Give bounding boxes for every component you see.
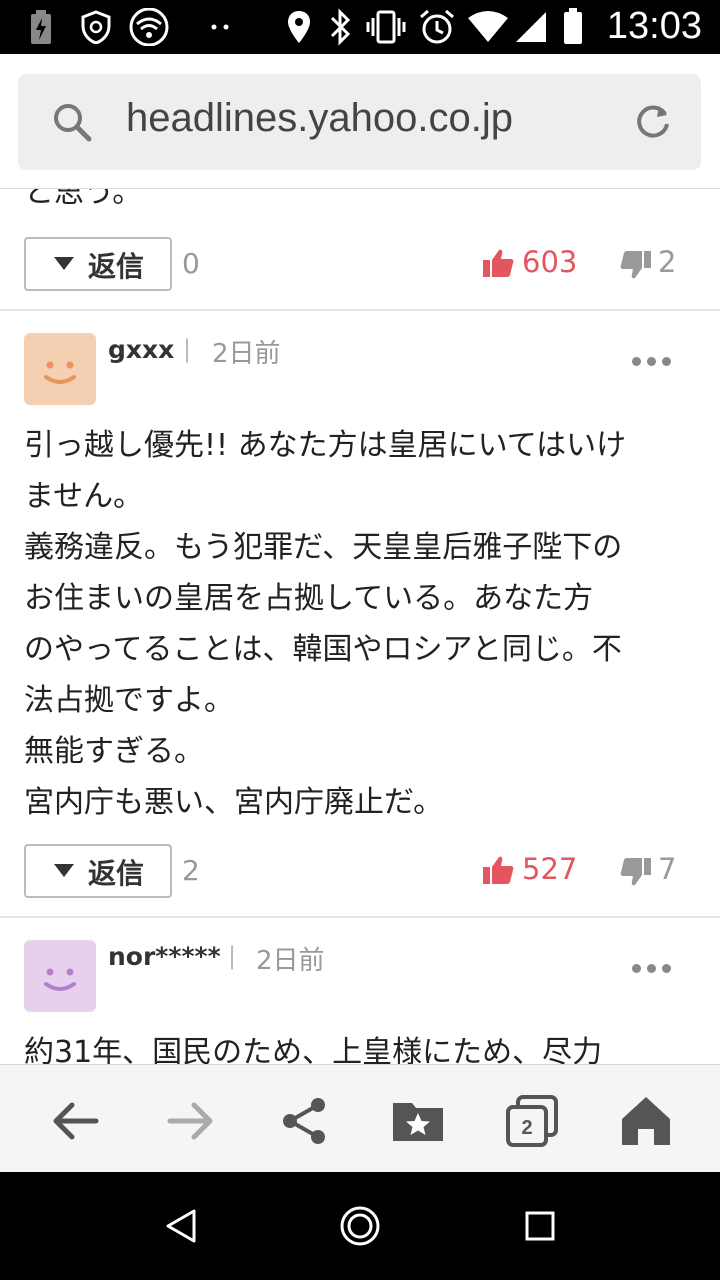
alarm-icon bbox=[420, 9, 454, 44]
nav-back-icon[interactable] bbox=[164, 1208, 198, 1244]
location-icon bbox=[288, 11, 310, 43]
separator: | bbox=[228, 942, 237, 970]
triangle-down-icon bbox=[54, 257, 74, 270]
comment-header: gxxx | 2日前 bbox=[0, 333, 720, 413]
reply-button-label: 返信 bbox=[88, 250, 145, 283]
triangle-down-icon bbox=[54, 864, 74, 877]
share-icon[interactable] bbox=[276, 1093, 332, 1149]
reload-icon[interactable] bbox=[633, 102, 673, 142]
avatar-icon[interactable] bbox=[24, 333, 96, 405]
more-options-icon[interactable] bbox=[632, 958, 677, 977]
thumbs-down-icon[interactable] bbox=[620, 250, 652, 280]
nav-home-icon[interactable] bbox=[339, 1205, 381, 1247]
dislike-count: 7 bbox=[658, 852, 677, 886]
thumbs-up-icon[interactable] bbox=[482, 855, 514, 885]
username[interactable]: gxxx bbox=[108, 335, 174, 364]
address-bar[interactable]: headlines.yahoo.co.jp bbox=[18, 74, 701, 170]
bluetooth-icon bbox=[330, 8, 351, 46]
browser-header: headlines.yahoo.co.jp bbox=[0, 54, 720, 189]
system-nav-bar bbox=[0, 1172, 720, 1280]
comments-list[interactable]: と思う。 返信 0 603 2 gxxx | 2日前 引っ越し優先!! あなた方… bbox=[0, 189, 720, 1064]
home-icon[interactable] bbox=[618, 1093, 674, 1149]
wifi-signal-icon bbox=[468, 11, 508, 42]
like-count: 603 bbox=[522, 245, 578, 279]
forward-arrow-icon[interactable] bbox=[162, 1093, 218, 1149]
comment-actions: 返信 0 603 2 bbox=[0, 237, 720, 297]
thumbs-up-icon[interactable] bbox=[482, 248, 514, 278]
status-time: 13:03 bbox=[606, 5, 702, 47]
dislike-count: 2 bbox=[658, 245, 677, 279]
comment-actions: 返信 2 527 7 bbox=[0, 844, 720, 904]
notification-dots-icon bbox=[211, 24, 229, 30]
reply-button[interactable]: 返信 bbox=[24, 237, 172, 291]
divider bbox=[0, 309, 720, 311]
battery-icon bbox=[564, 8, 582, 44]
thumbs-down-icon[interactable] bbox=[620, 857, 652, 887]
status-bar: 13:03 bbox=[0, 0, 720, 54]
divider bbox=[0, 916, 720, 918]
vpn-shield-icon bbox=[81, 10, 111, 44]
wifi-outline-icon bbox=[129, 8, 169, 46]
browser-toolbar: 2 bbox=[0, 1064, 720, 1173]
cell-signal-icon bbox=[516, 12, 546, 42]
battery-saver-icon bbox=[31, 10, 51, 44]
reply-button-label: 返信 bbox=[88, 857, 145, 890]
time-ago: 2日前 bbox=[256, 946, 325, 976]
reply-count: 0 bbox=[182, 247, 200, 280]
username[interactable]: nor***** bbox=[108, 942, 221, 971]
search-icon bbox=[54, 104, 92, 142]
tabs-count: 2 bbox=[521, 1117, 532, 1139]
reply-button[interactable]: 返信 bbox=[24, 844, 172, 898]
nav-recents-icon[interactable] bbox=[524, 1210, 556, 1242]
comment-body: 引っ越し優先!! あなた方は皇居にいてはいけ ません。 義務違反。もう犯罪だ、天… bbox=[24, 428, 627, 820]
reply-count: 2 bbox=[182, 854, 200, 887]
previous-comment-tail: と思う。 bbox=[24, 189, 143, 210]
bookmark-star-icon[interactable] bbox=[390, 1093, 446, 1149]
avatar-icon[interactable] bbox=[24, 940, 96, 1012]
url-text[interactable]: headlines.yahoo.co.jp bbox=[126, 96, 513, 141]
more-options-icon[interactable] bbox=[632, 351, 677, 370]
back-arrow-icon[interactable] bbox=[48, 1093, 104, 1149]
comment-header: nor***** | 2日前 bbox=[0, 940, 720, 1020]
time-ago: 2日前 bbox=[212, 339, 281, 369]
vibrate-icon bbox=[366, 10, 406, 44]
separator: | bbox=[183, 335, 192, 363]
like-count: 527 bbox=[522, 852, 578, 886]
comment-body: 約31年、国民のため、上皇様にため、尽力 bbox=[24, 1035, 603, 1064]
tabs-icon[interactable]: 2 bbox=[504, 1093, 560, 1149]
